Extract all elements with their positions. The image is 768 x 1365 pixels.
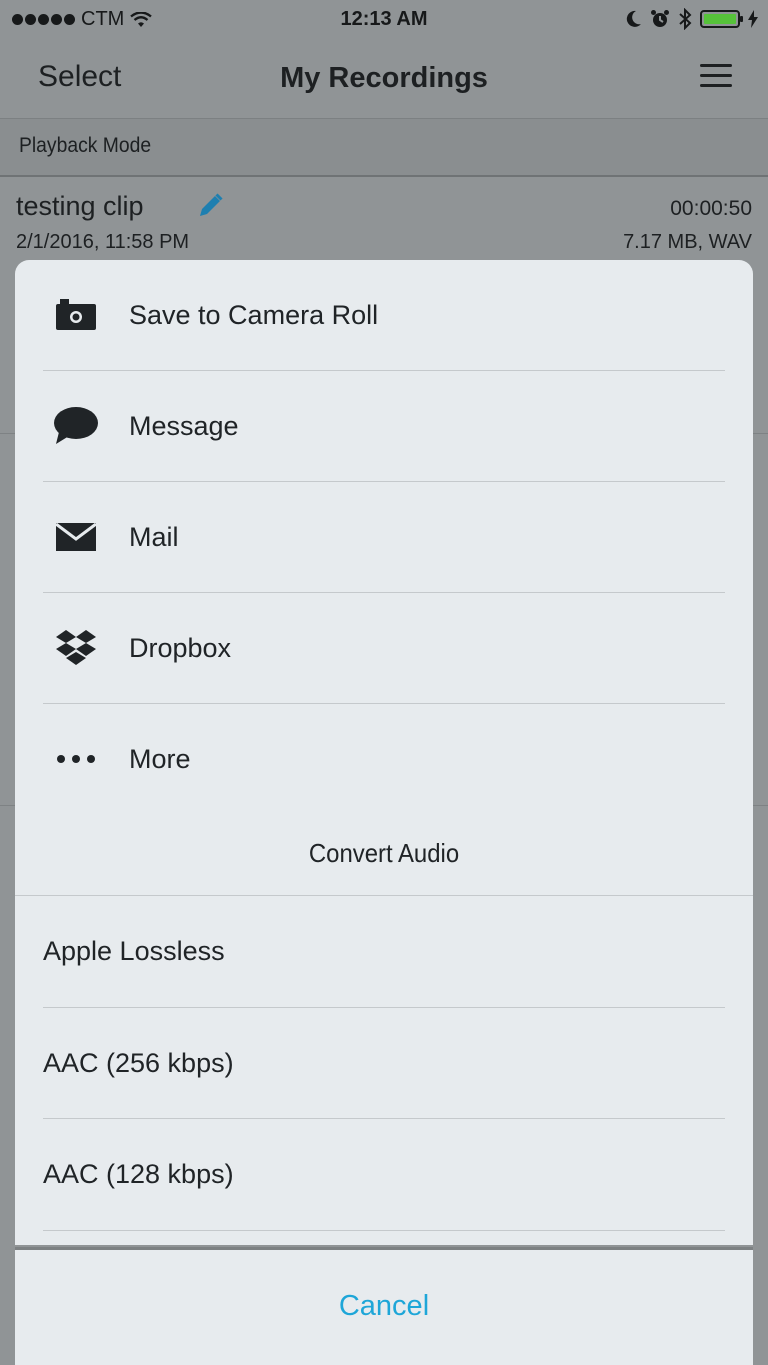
mail-label: Mail [129, 522, 179, 552]
more-dots-icon [53, 736, 99, 782]
convert-apple-lossless-option[interactable]: Apple Lossless [15, 896, 753, 1007]
share-action-sheet: Save to Camera Roll Message Mail Dropbox [15, 260, 753, 1245]
format-label: Apple Lossless [43, 936, 225, 966]
cancel-label: Cancel [338, 1290, 430, 1322]
convert-aac-256-option[interactable]: AAC (256 kbps) [15, 1008, 753, 1119]
hamburger-menu-icon[interactable] [700, 64, 732, 88]
recording-duration: 00:00:50 [670, 197, 752, 220]
bluetooth-icon [679, 8, 692, 30]
dropbox-label: Dropbox [129, 633, 232, 663]
battery-icon [700, 10, 743, 28]
message-label: Message [129, 411, 239, 441]
speech-bubble-icon [53, 403, 99, 449]
more-option[interactable]: More [15, 704, 753, 815]
status-bar: CTM 12:13 AM [0, 0, 768, 40]
dropbox-icon [53, 625, 99, 671]
envelope-icon [53, 514, 99, 560]
message-option[interactable]: Message [15, 371, 753, 482]
cancel-button[interactable]: Cancel [15, 1247, 753, 1365]
save-to-camera-roll-label: Save to Camera Roll [129, 300, 379, 330]
page-title: My Recordings [280, 62, 488, 94]
playback-mode-label: Playback Mode [19, 134, 152, 157]
recording-row[interactable]: testing clip 2/1/2016, 11:58 PM 00:00:50… [0, 177, 768, 267]
charging-bolt-icon [748, 10, 758, 28]
status-icons [626, 8, 758, 30]
format-label: AAC (256 kbps) [43, 1048, 234, 1078]
dropbox-option[interactable]: Dropbox [15, 593, 753, 704]
format-label: AAC (128 kbps) [43, 1159, 234, 1189]
convert-audio-title: Convert Audio [308, 838, 460, 868]
save-to-camera-roll-option[interactable]: Save to Camera Roll [15, 260, 753, 371]
recording-date: 2/1/2016, 11:58 PM [16, 231, 190, 253]
more-label: More [129, 744, 191, 774]
alarm-icon [651, 10, 669, 27]
divider [43, 1230, 725, 1231]
camera-icon [53, 292, 99, 338]
convert-aac-128-option[interactable]: AAC (128 kbps) [15, 1119, 753, 1230]
moon-icon [626, 10, 641, 27]
playback-mode-header: Playback Mode [0, 119, 768, 177]
navigation-bar: Select My Recordings [0, 40, 768, 119]
mail-option[interactable]: Mail [15, 482, 753, 593]
recording-name: testing clip [16, 191, 144, 221]
recording-size-format: 7.17 MB, WAV [623, 231, 752, 253]
pencil-icon[interactable] [196, 192, 224, 220]
